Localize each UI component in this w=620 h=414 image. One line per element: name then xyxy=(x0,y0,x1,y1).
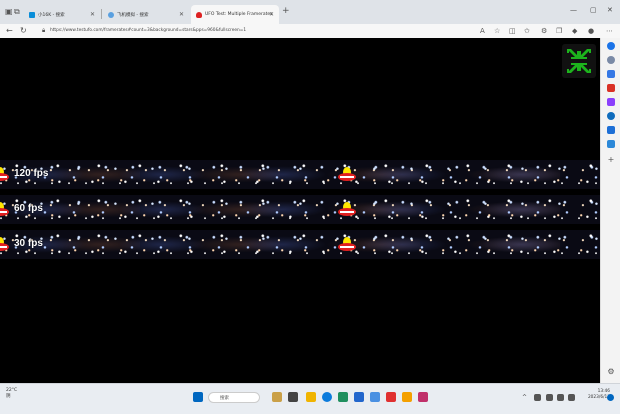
tab-label: UFO Test: Multiple Framerates xyxy=(205,12,273,17)
collections-icon[interactable]: ❐ xyxy=(556,26,562,36)
outlook-icon[interactable] xyxy=(607,126,615,134)
weather-desc: 阴 xyxy=(6,394,11,399)
add-icon[interactable]: + xyxy=(607,156,615,164)
wifi-icon[interactable] xyxy=(557,394,564,401)
refresh-icon[interactable]: ↻ xyxy=(20,26,27,36)
workspaces-icon[interactable]: ⧉ xyxy=(14,7,20,17)
ufo-test-viewport: 120 fps 60 fps 30 fps xyxy=(0,38,600,383)
exit-fullscreen-icon xyxy=(567,49,591,73)
task-view-icon[interactable] xyxy=(288,392,298,402)
split-screen-icon[interactable]: ◫ xyxy=(509,26,516,36)
tab-label: 飞机模拟 - 搜索 xyxy=(117,12,149,18)
app-icon-3[interactable] xyxy=(354,392,364,402)
weather-widget[interactable]: 22°C 阴 xyxy=(6,388,17,400)
ufo-icon xyxy=(338,237,356,251)
m365-icon[interactable] xyxy=(607,112,615,120)
notification-icon[interactable] xyxy=(607,42,615,50)
exit-fullscreen-button[interactable] xyxy=(562,44,596,78)
favorite-star-icon[interactable]: ☆ xyxy=(494,26,500,36)
app-icon-5[interactable] xyxy=(386,392,396,402)
start-button[interactable] xyxy=(193,392,203,402)
new-tab-button[interactable]: + xyxy=(282,6,290,16)
minimize-button[interactable]: — xyxy=(570,6,577,14)
edge-sidebar: + ⚙ xyxy=(600,38,620,383)
send-icon[interactable] xyxy=(607,140,615,148)
ufo-favicon xyxy=(196,11,202,18)
tab-divider xyxy=(101,9,102,19)
tab-label: 小16K - 搜索 xyxy=(38,12,65,18)
address-bar-row: ← ↻ 🔒︎ https://www.testufo.com/framerate… xyxy=(0,24,620,39)
games-icon[interactable] xyxy=(607,98,615,106)
ufo-icon xyxy=(0,202,9,216)
close-tab-icon[interactable]: ✕ xyxy=(269,11,274,18)
fps-label: 60 fps xyxy=(14,203,43,214)
tab-ufo-test[interactable]: UFO Test: Multiple Framerates ✕ xyxy=(191,5,279,24)
tools-icon[interactable] xyxy=(607,84,615,92)
file-explorer-icon[interactable] xyxy=(306,392,316,402)
favorites-icon[interactable]: ✩ xyxy=(524,26,530,36)
app-icon-7[interactable] xyxy=(418,392,428,402)
fps-label: 30 fps xyxy=(14,238,43,249)
taskbar-search-input[interactable]: 搜索 xyxy=(208,392,260,403)
maximize-button[interactable]: ▢ xyxy=(590,6,597,14)
volume-icon[interactable] xyxy=(568,394,575,401)
app-icon-1[interactable] xyxy=(272,392,282,402)
taskbar-clock[interactable]: 13:46 2023/6/13 xyxy=(580,389,610,401)
copilot-icon[interactable]: ◆ xyxy=(572,26,577,36)
tag-icon[interactable] xyxy=(607,70,615,78)
framerate-row-30: 30 fps xyxy=(0,230,600,259)
ufo-icon xyxy=(0,167,9,181)
app-icon-2[interactable] xyxy=(338,392,348,402)
ufo-icon xyxy=(338,202,356,216)
tray-chevron-icon[interactable]: ^ xyxy=(522,394,529,401)
tab-search-1[interactable]: 小16K - 搜索 ✕ xyxy=(24,5,100,24)
search-icon xyxy=(108,11,114,18)
tray-icon-2[interactable] xyxy=(546,394,553,401)
extensions-icon[interactable]: ⚙ xyxy=(541,26,547,36)
more-menu-icon[interactable]: ⋯ xyxy=(606,26,613,36)
close-tab-icon[interactable]: ✕ xyxy=(179,11,184,18)
back-icon[interactable]: ← xyxy=(6,26,13,36)
app-icon-4[interactable] xyxy=(370,392,380,402)
settings-gear-icon[interactable]: ⚙ xyxy=(607,368,615,376)
address-input[interactable]: https://www.testufo.com/framerates#count… xyxy=(50,26,470,36)
ufo-icon xyxy=(0,237,9,251)
clock-date: 2023/6/13 xyxy=(587,395,610,400)
tab-actions-icon[interactable]: ▣ xyxy=(5,7,13,17)
search-sidebar-icon[interactable] xyxy=(607,56,615,64)
edge-icon[interactable] xyxy=(322,392,332,402)
read-aloud-icon[interactable]: A xyxy=(480,26,485,36)
app-icon-6[interactable] xyxy=(402,392,412,402)
close-window-button[interactable]: ✕ xyxy=(607,6,613,14)
lock-icon[interactable]: 🔒︎ xyxy=(42,26,45,36)
ufo-icon xyxy=(338,167,356,181)
tab-search-2[interactable]: 飞机模拟 - 搜索 ✕ xyxy=(103,5,189,24)
notification-center-icon[interactable] xyxy=(607,394,614,401)
framerate-row-60: 60 fps xyxy=(0,195,600,224)
browser-tab-bar: ▣ ⧉ 小16K - 搜索 ✕ 飞机模拟 - 搜索 ✕ UFO Test: Mu… xyxy=(0,0,620,24)
tray-icon-1[interactable] xyxy=(534,394,541,401)
fps-label: 120 fps xyxy=(14,168,49,179)
windows-taskbar: 22°C 阴 搜索 ^ 13:46 2023/6/13 xyxy=(0,383,620,414)
framerate-row-120: 120 fps xyxy=(0,160,600,189)
profile-icon[interactable]: ● xyxy=(588,26,594,36)
bing-icon xyxy=(29,11,35,18)
close-tab-icon[interactable]: ✕ xyxy=(90,11,95,18)
